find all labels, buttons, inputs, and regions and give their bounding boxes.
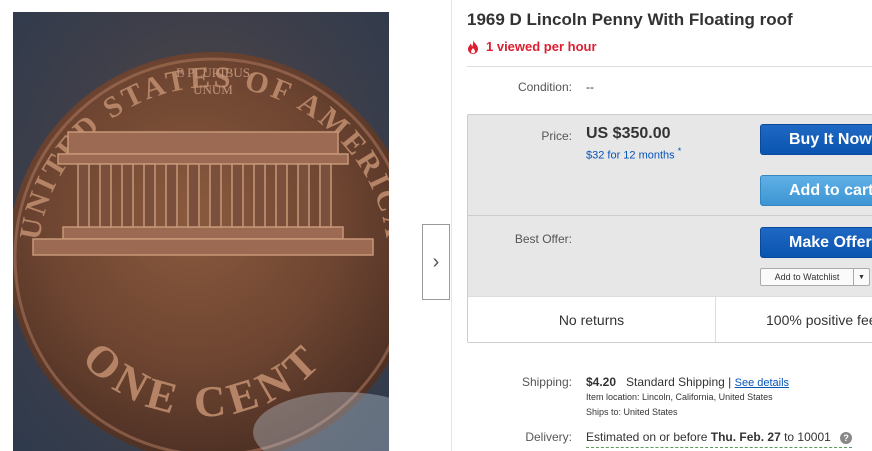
help-icon[interactable]: ? — [840, 432, 853, 444]
viewed-text: 1 viewed per hour — [486, 39, 597, 54]
shipping-separator: | — [728, 375, 732, 389]
financing-footnote-mark: * — [677, 146, 682, 156]
caret-down-icon: ▼ — [858, 273, 865, 281]
price-label: Price: — [541, 129, 572, 143]
listing-page: UNITED STATES OF AMERICA E PLURIBUS UNUM — [0, 0, 872, 451]
condition-value: -- — [586, 80, 594, 94]
see-details-link[interactable]: See details — [735, 377, 789, 389]
add-to-watchlist-button[interactable]: Add to Watchlist — [761, 269, 853, 285]
shipping-label: Shipping: — [521, 375, 572, 389]
delivery-estimate: Estimated on or before Thu. Feb. 27 to 1… — [586, 430, 853, 448]
delivery-suffix: to 10001 — [780, 430, 831, 444]
coin-image: UNITED STATES OF AMERICA E PLURIBUS UNUM — [13, 52, 389, 451]
add-to-cart-button[interactable]: Add to cart — [760, 175, 872, 206]
watchlist-dropdown-button[interactable]: ▼ — [853, 269, 869, 285]
shipping-price: $4.20 — [586, 375, 617, 389]
item-photo[interactable]: UNITED STATES OF AMERICA E PLURIBUS UNUM — [13, 12, 389, 451]
seller-feedback: 100% positive feedback — [766, 311, 872, 328]
buy-it-now-button[interactable]: Buy It Now — [760, 124, 872, 155]
delivery-date: Thu. Feb. 27 — [710, 430, 781, 444]
image-gallery: UNITED STATES OF AMERICA E PLURIBUS UNUM — [0, 0, 452, 451]
shipping-line: $4.20 Standard Shipping | See details — [586, 375, 789, 389]
item-location: Item location: Lincoln, California, Unit… — [586, 392, 773, 402]
delivery-prefix: Estimated on or before — [586, 430, 711, 444]
next-image-button[interactable]: › — [422, 224, 450, 300]
item-price: US $350.00 — [586, 125, 671, 142]
viewed-badge: 1 viewed per hour — [467, 39, 597, 54]
delivery-label: Delivery: — [525, 430, 572, 444]
ships-to: Ships to: United States — [586, 407, 678, 417]
financing-link[interactable]: $32 for 12 months * — [586, 146, 681, 162]
make-offer-button[interactable]: Make Offer — [760, 227, 872, 258]
condition-label: Condition: — [517, 80, 572, 94]
item-title: 1969 D Lincoln Penny With Floating roof — [467, 10, 793, 29]
flame-icon — [468, 39, 478, 54]
shipping-method: Standard Shipping — [626, 375, 725, 389]
chevron-right-icon: › — [432, 250, 440, 273]
best-offer-label: Best Offer: — [514, 232, 572, 246]
financing-text: $32 for 12 months — [586, 149, 675, 162]
policy-strip: No returns 100% positive feedback — [468, 296, 872, 342]
returns-policy: No returns — [468, 297, 716, 342]
divider — [467, 66, 872, 67]
watchlist-control: Add to Watchlist ▼ — [760, 268, 870, 286]
coin-motto: E PLURIBUS — [176, 65, 250, 80]
coin-motto-2: UNUM — [193, 82, 233, 97]
buy-box-divider — [468, 215, 872, 216]
